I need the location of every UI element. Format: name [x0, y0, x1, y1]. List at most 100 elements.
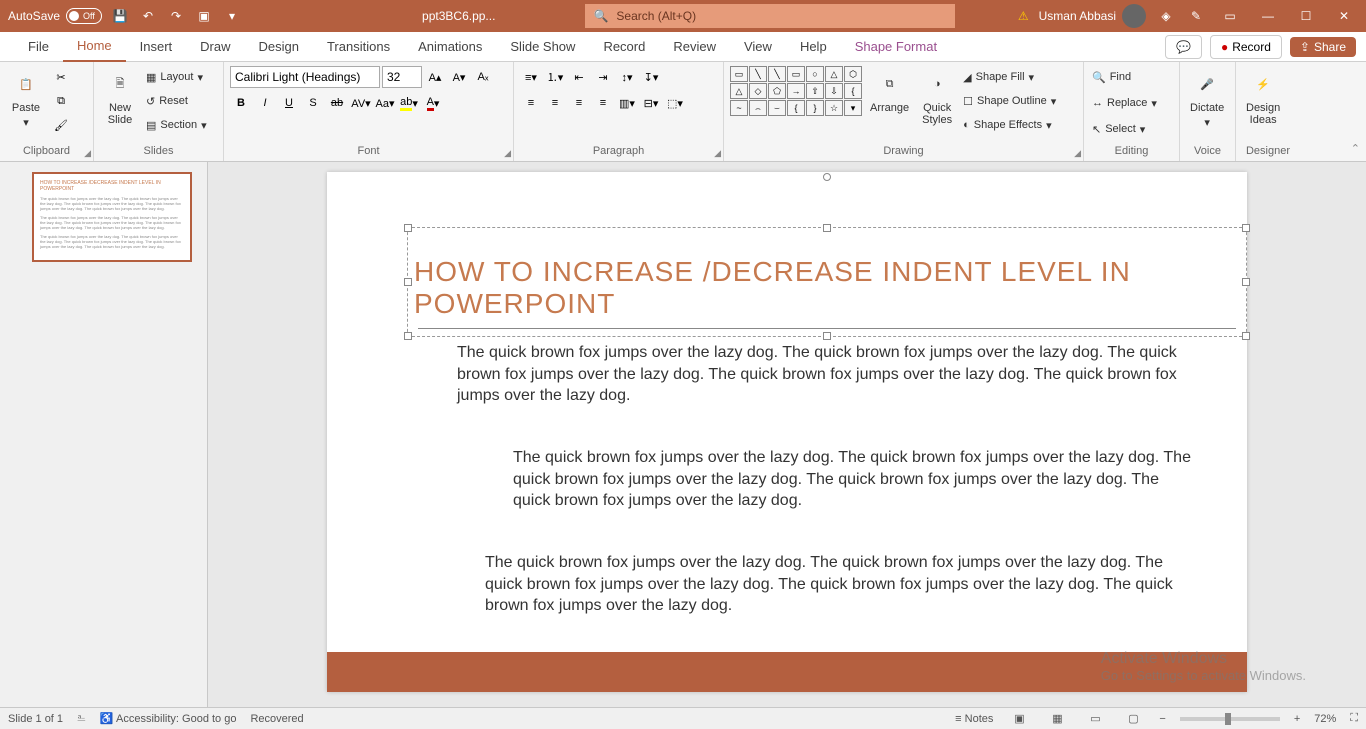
- pen-icon[interactable]: ✎: [1186, 6, 1206, 26]
- tab-draw[interactable]: Draw: [186, 32, 244, 62]
- present-icon[interactable]: ▣: [194, 6, 214, 26]
- resize-handle[interactable]: [823, 332, 831, 340]
- diamond-icon[interactable]: ◈: [1156, 6, 1176, 26]
- undo-icon[interactable]: ↶: [138, 6, 158, 26]
- notes-button[interactable]: ≡ Notes: [955, 713, 993, 725]
- section-button[interactable]: ▤ Section ▾: [144, 114, 209, 136]
- align-center-button[interactable]: ≡: [544, 92, 566, 114]
- design-ideas-button[interactable]: ⚡Design Ideas: [1242, 66, 1284, 128]
- maximize-icon[interactable]: ☐: [1292, 6, 1320, 26]
- font-name-select[interactable]: [230, 66, 380, 88]
- tab-view[interactable]: View: [730, 32, 786, 62]
- select-button[interactable]: ↖ Select ▾: [1090, 118, 1147, 140]
- font-size-select[interactable]: [382, 66, 422, 88]
- justify-button[interactable]: ≡: [592, 92, 614, 114]
- resize-handle[interactable]: [404, 278, 412, 286]
- clipboard-launcher-icon[interactable]: ◢: [84, 148, 91, 159]
- columns-button[interactable]: ▥▾: [616, 92, 638, 114]
- resize-handle[interactable]: [404, 332, 412, 340]
- tab-design[interactable]: Design: [245, 32, 313, 62]
- slide-canvas[interactable]: HOW TO INCREASE /DECREASE INDENT LEVEL I…: [327, 172, 1247, 692]
- fit-to-window-icon[interactable]: ⛶: [1350, 712, 1358, 725]
- record-button[interactable]: ●Record: [1210, 35, 1282, 59]
- align-right-button[interactable]: ≡: [568, 92, 590, 114]
- slide-thumbnail[interactable]: HOW TO INCREASE /DECREASE INDENT LEVEL I…: [32, 172, 192, 262]
- resize-handle[interactable]: [1242, 332, 1250, 340]
- shape-outline-button[interactable]: ☐ Shape Outline ▾: [961, 90, 1058, 112]
- tab-slideshow[interactable]: Slide Show: [496, 32, 589, 62]
- title-placeholder[interactable]: HOW TO INCREASE /DECREASE INDENT LEVEL I…: [407, 227, 1247, 337]
- shadow-button[interactable]: S: [302, 92, 324, 114]
- align-text-button[interactable]: ⊟▾: [640, 92, 662, 114]
- align-left-button[interactable]: ≡: [520, 92, 542, 114]
- sorter-view-icon[interactable]: ▦: [1045, 710, 1069, 728]
- search-box[interactable]: 🔍 Search (Alt+Q): [585, 4, 955, 28]
- reset-button[interactable]: ↺ Reset: [144, 90, 209, 112]
- font-launcher-icon[interactable]: ◢: [504, 148, 511, 159]
- smartart-button[interactable]: ⬚▾: [664, 92, 686, 114]
- decrease-indent-button[interactable]: ⇤: [568, 66, 590, 88]
- tab-file[interactable]: File: [14, 32, 63, 62]
- quick-styles-button[interactable]: ◑Quick Styles: [917, 66, 957, 128]
- paragraph-launcher-icon[interactable]: ◢: [714, 148, 721, 159]
- highlight-button[interactable]: ab▾: [398, 92, 420, 114]
- decrease-font-button[interactable]: A▾: [448, 66, 470, 88]
- numbering-button[interactable]: ⒈▾: [544, 66, 566, 88]
- font-color-button[interactable]: A▾: [422, 92, 444, 114]
- tab-animations[interactable]: Animations: [404, 32, 496, 62]
- qat-more-icon[interactable]: ▾: [222, 6, 242, 26]
- layout-button[interactable]: ▦ Layout ▾: [144, 66, 209, 88]
- zoom-level[interactable]: 72%: [1314, 713, 1336, 725]
- tab-home[interactable]: Home: [63, 32, 126, 62]
- dictate-button[interactable]: 🎤Dictate▾: [1186, 66, 1228, 131]
- redo-icon[interactable]: ↷: [166, 6, 186, 26]
- slide-counter[interactable]: Slide 1 of 1: [8, 713, 63, 725]
- italic-button[interactable]: I: [254, 92, 276, 114]
- strike-button[interactable]: ab: [326, 92, 348, 114]
- slide-title-text[interactable]: HOW TO INCREASE /DECREASE INDENT LEVEL I…: [408, 228, 1246, 320]
- user-account[interactable]: Usman Abbasi: [1039, 4, 1146, 28]
- tab-insert[interactable]: Insert: [126, 32, 187, 62]
- thumbnail-pane[interactable]: 1 HOW TO INCREASE /DECREASE INDENT LEVEL…: [0, 162, 208, 707]
- tab-record[interactable]: Record: [589, 32, 659, 62]
- arrange-button[interactable]: ⧉Arrange: [866, 66, 913, 116]
- reading-view-icon[interactable]: ▭: [1083, 710, 1107, 728]
- body-para-2[interactable]: The quick brown fox jumps over the lazy …: [513, 447, 1193, 512]
- rotate-handle[interactable]: [823, 173, 831, 181]
- shapes-gallery[interactable]: ▭╲╲▭○△⬡ △◇⬠→⇧⇩{ ~⌢⌣{}☆▾: [730, 66, 862, 116]
- tab-review[interactable]: Review: [659, 32, 730, 62]
- ribbon-display-icon[interactable]: ▭: [1216, 6, 1244, 26]
- share-button[interactable]: ⇪Share: [1290, 37, 1356, 57]
- format-painter-button[interactable]: 🖌: [50, 114, 72, 136]
- body-para-3[interactable]: The quick brown fox jumps over the lazy …: [485, 552, 1180, 617]
- slide-edit-area[interactable]: HOW TO INCREASE /DECREASE INDENT LEVEL I…: [208, 162, 1366, 707]
- spell-check-icon[interactable]: ⎁: [77, 712, 86, 725]
- slideshow-view-icon[interactable]: ▢: [1121, 710, 1145, 728]
- resize-handle[interactable]: [404, 224, 412, 232]
- resize-handle[interactable]: [823, 224, 831, 232]
- cut-button[interactable]: ✂: [50, 66, 72, 88]
- drawing-launcher-icon[interactable]: ◢: [1074, 148, 1081, 159]
- increase-font-button[interactable]: A▴: [424, 66, 446, 88]
- resize-handle[interactable]: [1242, 278, 1250, 286]
- collapse-ribbon-icon[interactable]: ⌃: [1351, 142, 1360, 155]
- paste-button[interactable]: 📋Paste▾: [6, 66, 46, 131]
- tab-shapeformat[interactable]: Shape Format: [841, 32, 951, 62]
- body-para-1[interactable]: The quick brown fox jumps over the lazy …: [457, 342, 1177, 407]
- zoom-out-button[interactable]: −: [1159, 713, 1165, 725]
- spacing-button[interactable]: AV▾: [350, 92, 372, 114]
- bullets-button[interactable]: ≡▾: [520, 66, 542, 88]
- vertical-scrollbar[interactable]: [1350, 162, 1364, 707]
- zoom-in-button[interactable]: +: [1294, 713, 1300, 725]
- close-icon[interactable]: ✕: [1330, 6, 1358, 26]
- underline-button[interactable]: U: [278, 92, 300, 114]
- replace-button[interactable]: ↔ Replace ▾: [1090, 92, 1159, 114]
- text-direction-button[interactable]: ↧▾: [640, 66, 662, 88]
- resize-handle[interactable]: [1242, 224, 1250, 232]
- copy-button[interactable]: ⧉: [50, 90, 72, 112]
- line-spacing-button[interactable]: ↕▾: [616, 66, 638, 88]
- save-icon[interactable]: 💾: [110, 6, 130, 26]
- minimize-icon[interactable]: —: [1254, 6, 1282, 26]
- comments-button[interactable]: 💬: [1165, 35, 1202, 59]
- accessibility-status[interactable]: ♿ Accessibility: Good to go: [100, 712, 237, 725]
